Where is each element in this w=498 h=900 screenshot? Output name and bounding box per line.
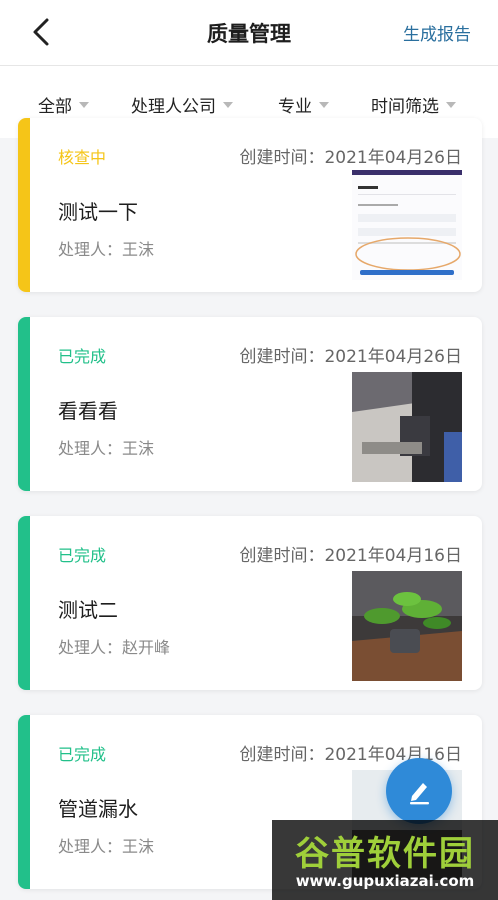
issue-title: 测试一下 — [58, 200, 138, 224]
issue-title: 看看看 — [58, 399, 118, 423]
filter-label: 时间筛选 — [371, 97, 439, 117]
created-date: 创建时间：2021年04月26日 — [239, 148, 462, 168]
status-bar — [18, 715, 30, 889]
watermark-brand: 谷普软件园 — [295, 834, 475, 874]
generate-report-button[interactable]: 生成报告 — [403, 20, 471, 45]
status-bar — [18, 118, 30, 292]
filter-all[interactable]: 全部 — [38, 92, 89, 117]
created-date: 创建时间：2021年04月26日 — [239, 347, 462, 367]
issue-card[interactable]: 已完成 创建时间：2021年04月26日 看看看 处理人：王沫 — [18, 317, 482, 491]
caret-down-icon — [223, 102, 233, 108]
filter-company[interactable]: 处理人公司 — [131, 92, 233, 117]
created-date: 创建时间：2021年04月16日 — [239, 546, 462, 566]
caret-down-icon — [319, 102, 329, 108]
filter-label: 专业 — [278, 97, 312, 117]
handler-name: 处理人：赵开峰 — [58, 638, 171, 657]
nav-bar: 质量管理 生成报告 — [0, 0, 498, 66]
handler-name: 处理人：王沫 — [58, 837, 155, 856]
filter-label: 处理人公司 — [131, 97, 216, 117]
filter-specialty[interactable]: 专业 — [278, 92, 329, 117]
status-bar — [18, 317, 30, 491]
handler-name: 处理人：王沫 — [58, 240, 155, 259]
status-badge: 已完成 — [58, 546, 107, 565]
office-photo-thumbnail — [352, 372, 462, 482]
status-badge: 已完成 — [58, 347, 107, 366]
edit-pen-icon — [410, 783, 429, 805]
issue-card[interactable]: 已完成 创建时间：2021年04月16日 测试二 处理人：赵开峰 — [18, 516, 482, 690]
issue-card[interactable]: 核查中 创建时间：2021年04月26日 测试一下 处理人：王沫 — [18, 118, 482, 292]
handler-name: 处理人：王沫 — [58, 439, 155, 458]
issue-title: 测试二 — [58, 598, 118, 622]
caret-down-icon — [446, 102, 456, 108]
edit-fab-button[interactable] — [386, 758, 452, 824]
issue-title: 管道漏水 — [58, 797, 138, 821]
filter-label: 全部 — [38, 97, 72, 117]
status-bar — [18, 516, 30, 690]
plant-photo-thumbnail — [352, 571, 462, 681]
watermark: 谷普软件园 www.gupuxiazai.com — [272, 820, 498, 900]
filter-time[interactable]: 时间筛选 — [371, 92, 456, 117]
caret-down-icon — [79, 102, 89, 108]
screenshot-thumbnail — [352, 170, 462, 280]
watermark-url: www.gupuxiazai.com — [295, 872, 475, 890]
status-badge: 已完成 — [58, 745, 107, 764]
status-badge: 核查中 — [58, 148, 107, 167]
